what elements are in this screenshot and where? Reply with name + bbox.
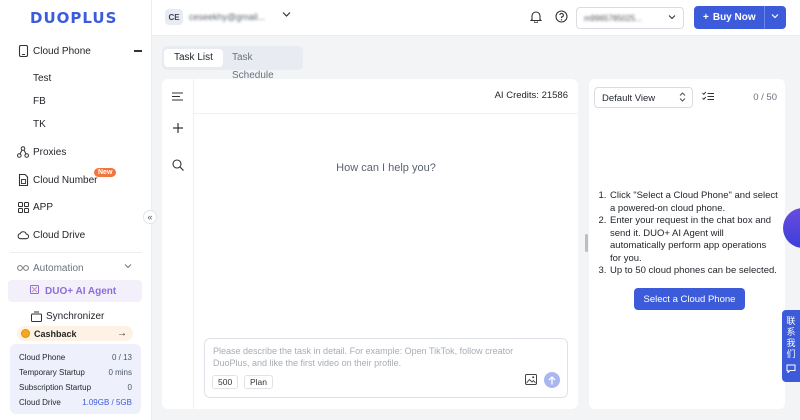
- proxies-icon: [17, 146, 29, 158]
- panel-resize-handle[interactable]: [585, 234, 588, 252]
- stat-label: Subscription Startup: [19, 383, 92, 392]
- sidebar-item-label: Automation: [33, 262, 84, 274]
- task-tabs: Task List Task Schedule: [162, 46, 303, 81]
- sidebar-item-app[interactable]: APP: [17, 198, 142, 216]
- ai-credits: AI Credits: 21586: [494, 90, 568, 101]
- sidebar-item-synchronizer[interactable]: Synchronizer: [30, 307, 155, 325]
- selected-count: 0 / 50: [753, 92, 777, 103]
- plus-icon: +: [703, 12, 709, 23]
- chevron-down-icon[interactable]: [282, 10, 291, 20]
- chevron-down-icon: [668, 13, 676, 22]
- sidebar: DUOPLUS Cloud Phone Test FB TK Proxies C…: [0, 0, 152, 420]
- phone-icon: [17, 45, 29, 57]
- cashback-banner[interactable]: Cashback →: [17, 326, 133, 341]
- help-icon[interactable]: [555, 10, 568, 26]
- cashback-label: Cashback: [34, 328, 77, 339]
- add-icon[interactable]: [173, 123, 183, 136]
- chevron-down-icon[interactable]: [124, 261, 132, 272]
- sidebar-item-cloud-number[interactable]: Cloud Number: [17, 171, 142, 189]
- sidebar-item-label: DUO+ AI Agent: [45, 285, 117, 297]
- contact-us-button[interactable]: 联系我们: [782, 310, 800, 382]
- sidebar-item-label: Cloud Number: [33, 174, 98, 186]
- search-icon[interactable]: [172, 159, 184, 174]
- stat-row: Cloud Phone 0 / 13: [19, 350, 132, 365]
- sidebar-item-automation[interactable]: Automation: [17, 259, 142, 277]
- send-button[interactable]: [544, 372, 560, 388]
- menu-icon[interactable]: [172, 92, 183, 104]
- agent-icon: [30, 285, 39, 297]
- chat-panel: AI Credits: 21586 How can I help you? Pl…: [162, 79, 578, 409]
- sidebar-item-label: Synchronizer: [46, 310, 105, 322]
- sidebar-group-tk[interactable]: TK: [33, 119, 46, 130]
- sidebar-item-cloud-phone[interactable]: Cloud Phone: [17, 42, 142, 60]
- sidebar-item-label: Proxies: [33, 146, 67, 158]
- usage-stats: Cloud Phone 0 / 13 Temporary Startup 0 min…: [10, 344, 141, 414]
- stat-label: Temporary Startup: [19, 368, 85, 377]
- stat-value: 1.09GB / 5GB: [82, 398, 132, 407]
- buy-now-label: Buy Now: [712, 12, 756, 23]
- sidebar-item-label: APP: [33, 201, 54, 213]
- image-icon[interactable]: [525, 374, 537, 388]
- chat-toolbar: [162, 79, 194, 409]
- buy-now-button[interactable]: + Buy Now: [694, 6, 786, 29]
- arrow-right-icon: →: [117, 328, 127, 339]
- chat-topbar: AI Credits: 21586: [194, 79, 578, 114]
- chat-bubble-icon: [782, 364, 800, 376]
- tab-task-list[interactable]: Task List: [164, 49, 223, 67]
- synchronizer-icon: [30, 310, 42, 322]
- sidebar-collapse-button[interactable]: «: [143, 210, 157, 224]
- sidebar-item-ai-agent[interactable]: DUO+ AI Agent: [8, 280, 142, 302]
- view-select[interactable]: Default View: [594, 87, 693, 108]
- stat-value: 0 / 13: [111, 353, 132, 362]
- instructions-list: Click "Select a Cloud Phone" and select …: [598, 190, 780, 278]
- top-header: CE ceseekhy@gmail... m9965785025... + Bu…: [152, 0, 800, 36]
- tab-task-schedule[interactable]: Task Schedule: [222, 49, 303, 81]
- checklist-icon[interactable]: [702, 91, 714, 105]
- collapse-icon[interactable]: [134, 50, 142, 52]
- contact-us-label: 联系我们: [786, 316, 796, 359]
- view-select-value: Default View: [602, 93, 656, 104]
- stat-row: Subscription Startup 0: [19, 380, 132, 395]
- sidebar-item-proxies[interactable]: Proxies: [17, 143, 142, 161]
- coin-icon: [21, 329, 30, 338]
- sidebar-divider: [10, 252, 142, 253]
- phone-selection-panel: Default View 0 / 50 Click "Select a Clou…: [589, 79, 785, 409]
- selected-phone-value: m9965785025...: [584, 14, 642, 23]
- stat-row: Cloud Drive 1.09GB / 5GB: [19, 395, 132, 410]
- instruction-item: Click "Select a Cloud Phone" and select …: [609, 190, 780, 215]
- automation-icon: [17, 262, 29, 274]
- stat-label: Cloud Phone: [19, 353, 66, 362]
- stat-label: Cloud Drive: [19, 398, 61, 407]
- instruction-item: Enter your request in the chat box and s…: [609, 215, 780, 265]
- sidebar-group-fb[interactable]: FB: [33, 96, 46, 107]
- ai-assistant-float-icon[interactable]: [783, 208, 800, 248]
- sidebar-item-cloud-drive[interactable]: Cloud Drive: [17, 226, 142, 244]
- chevron-updown-icon: [679, 92, 686, 104]
- select-cloud-phone-button[interactable]: Select a Cloud Phone: [634, 288, 745, 310]
- plan-chip[interactable]: Plan: [244, 375, 274, 389]
- stat-value: 0 mins: [108, 368, 132, 377]
- sidebar-item-label: Cloud Phone: [33, 45, 91, 57]
- instruction-item: Up to 50 cloud phones can be selected.: [609, 265, 780, 278]
- sidebar-item-label: Cloud Drive: [33, 229, 86, 241]
- account-email[interactable]: ceseekhy@gmail...: [189, 12, 265, 22]
- cloud-phone-select[interactable]: m9965785025...: [576, 7, 684, 29]
- avatar[interactable]: CE: [165, 9, 183, 25]
- char-limit-chip: 500: [212, 375, 239, 389]
- logo-text: DUOPLUS: [30, 9, 118, 27]
- logo[interactable]: DUOPLUS: [30, 9, 117, 27]
- task-input-placeholder: Please describe the task in detail. For …: [213, 346, 514, 368]
- task-input[interactable]: Please describe the task in detail. For …: [204, 338, 568, 398]
- grid-icon: [17, 201, 29, 213]
- sim-card-icon: [17, 174, 29, 186]
- sidebar-group-test[interactable]: Test: [33, 73, 51, 84]
- stat-row: Temporary Startup 0 mins: [19, 365, 132, 380]
- bell-icon[interactable]: [529, 10, 543, 26]
- chevron-down-icon[interactable]: [771, 12, 779, 21]
- stat-value: 0: [127, 383, 132, 392]
- button-divider: [764, 6, 765, 29]
- new-badge: New: [94, 168, 117, 177]
- chat-welcome-text: How can I help you?: [336, 162, 436, 174]
- cloud-icon: [17, 229, 29, 241]
